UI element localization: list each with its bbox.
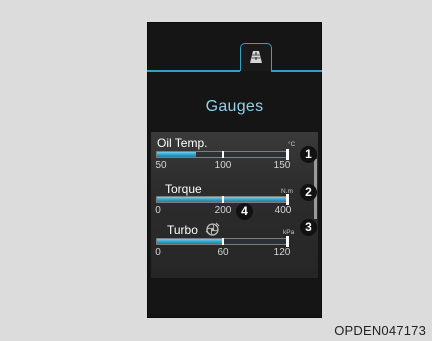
tick-label: 200 — [214, 205, 232, 216]
gauge-unit-turbo: kPa — [283, 229, 295, 236]
tick-label: 150 — [273, 160, 291, 171]
tick-label: 0 — [155, 247, 161, 258]
gauge-unit-oil-temp: °C — [288, 141, 296, 148]
tick-label: 400 — [274, 205, 292, 216]
gauge-fill-oil-temp — [157, 152, 197, 157]
gauge-mid-tick — [222, 151, 224, 158]
cluster-screen: Gauges Oil Temp. °C 50 100 150 Torque N.… — [147, 22, 322, 318]
gauge-end-tick — [286, 149, 289, 160]
callout-marker-4: 4 — [236, 203, 253, 220]
tick-label: 50 — [155, 160, 167, 171]
tick-label: 0 — [155, 205, 161, 216]
gauge-label-torque: Torque — [165, 182, 202, 196]
tick-label: 100 — [214, 160, 232, 171]
gauge-mid-tick — [222, 196, 224, 203]
gauge-label-oil-temp: Oil Temp. — [157, 136, 208, 150]
gauge-bar-oil-temp — [156, 149, 289, 160]
tab-underline-right — [271, 70, 322, 72]
gauges-panel: Oil Temp. °C 50 100 150 Torque N.m 0 200… — [151, 132, 318, 278]
callout-marker-2: 2 — [300, 184, 317, 201]
tick-label: 120 — [273, 247, 291, 258]
gauge-end-tick — [286, 194, 289, 205]
tab-underline-left — [147, 70, 240, 72]
tab-driving-info[interactable] — [240, 43, 272, 71]
gauge-label-turbo: Turbo — [167, 223, 198, 237]
turbo-icon — [205, 222, 220, 236]
figure-code: OPDEN047173 — [334, 323, 426, 338]
gauge-bar-torque — [156, 194, 289, 205]
page-title: Gauges — [205, 98, 264, 115]
gauge-end-tick — [286, 236, 289, 247]
road-lanes-icon — [250, 51, 262, 63]
tick-label: 60 — [217, 247, 229, 258]
callout-marker-1: 1 — [300, 146, 317, 163]
callout-marker-3: 3 — [300, 219, 317, 236]
gauge-mid-tick — [222, 238, 224, 245]
gauge-fill-turbo — [157, 239, 223, 244]
gauge-bar-turbo — [156, 236, 289, 247]
